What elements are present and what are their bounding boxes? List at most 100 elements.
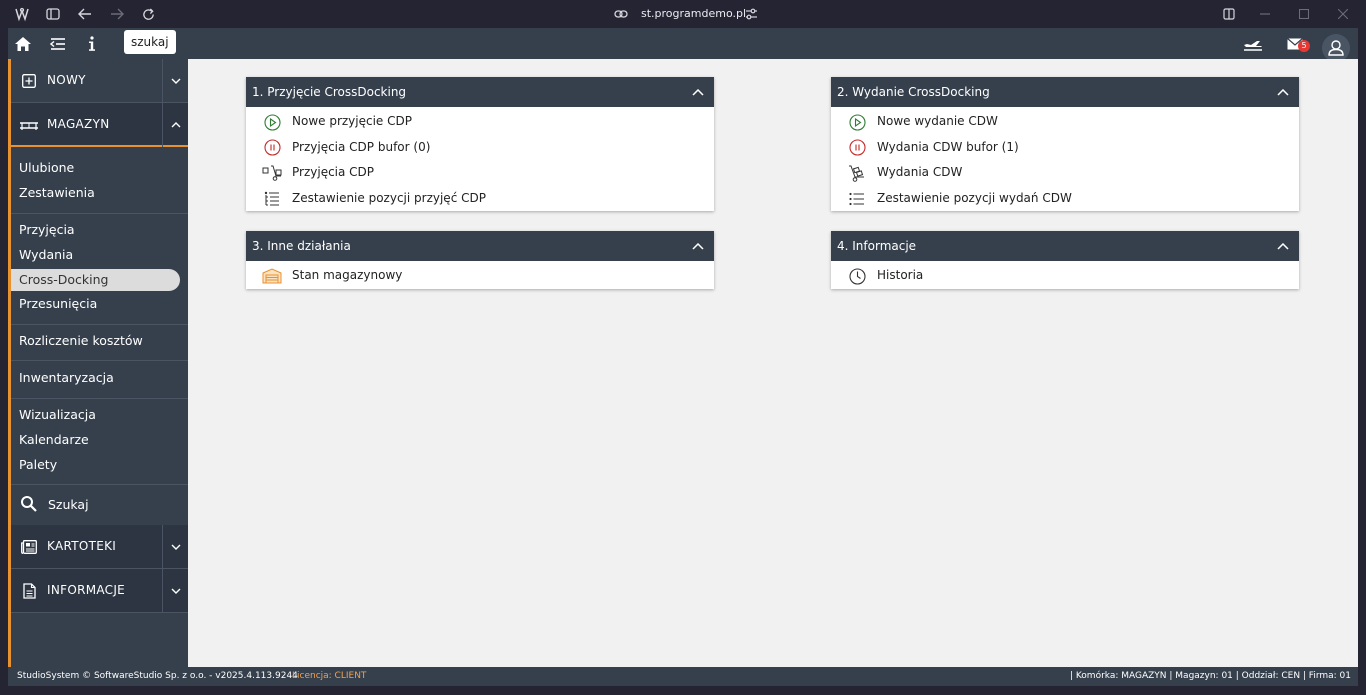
sidebar-section-label: INFORMACJE: [47, 583, 126, 597]
split-view-icon[interactable]: [1220, 5, 1238, 23]
card-link-stan-magazynowy[interactable]: Stan magazynowy: [246, 263, 714, 289]
sidebar-section-informacje[interactable]: INFORMACJE: [11, 569, 188, 613]
sidebar-section-nowy[interactable]: NOWY: [11, 59, 188, 103]
sidebar-search[interactable]: Szukaj: [11, 485, 188, 525]
sidebar-item-przyjecia[interactable]: Przyjęcia: [19, 219, 75, 241]
card-header[interactable]: 2. Wydanie CrossDocking: [831, 77, 1299, 107]
sidebar-section-label: NOWY: [47, 73, 86, 87]
address-bar[interactable]: st.programdemo.pl: [610, 4, 760, 24]
card-header[interactable]: 1. Przyjęcie CrossDocking: [246, 77, 714, 107]
reload-icon[interactable]: [139, 5, 157, 23]
forward-icon[interactable]: [108, 5, 126, 23]
list-icon: [847, 189, 867, 209]
card-title: 2. Wydanie CrossDocking: [837, 85, 990, 99]
chevron-up-icon[interactable]: [162, 103, 188, 147]
card-link-label: Nowe przyjęcie CDP: [292, 114, 412, 128]
status-bar: StudioSystem © SoftwareStudio Sp. z o.o.…: [8, 667, 1358, 686]
card-przyjecie-crossdocking: 1. Przyjęcie CrossDocking Nowe przyjęcie…: [246, 77, 714, 211]
sidebar-divider: [11, 213, 188, 214]
play-circle-icon: [262, 112, 282, 132]
app-topbar: szukaj 5: [8, 28, 1358, 62]
sidebar-section-label: KARTOTEKI: [47, 539, 117, 553]
sidebar: NOWY MAGAZYN Ulubione Zestawienia Przyję…: [8, 59, 188, 667]
minimize-icon[interactable]: [1256, 5, 1274, 23]
card-link-wydania-bufor[interactable]: Wydania CDW bufor (1): [831, 135, 1299, 161]
back-icon[interactable]: [76, 5, 94, 23]
warehouse-rack-icon: [19, 115, 39, 135]
card-link-label: Przyjęcia CDP bufor (0): [292, 139, 431, 154]
status-version: StudioSystem © SoftwareStudio Sp. z o.o.…: [17, 671, 298, 681]
sidebar-item-wizualizacja[interactable]: Wizualizacja: [19, 404, 96, 426]
card-title: 1. Przyjęcie CrossDocking: [252, 85, 407, 99]
sidebar-divider: [11, 360, 188, 361]
card-link-nowe-wydanie[interactable]: Nowe wydanie CDW: [831, 109, 1299, 135]
hand-truck-icon: [262, 163, 282, 183]
card-link-wydania-cdw[interactable]: Wydania CDW: [831, 160, 1299, 186]
sidebar-divider: [11, 398, 188, 399]
card-link-label: Historia: [877, 268, 924, 282]
card-link-label: Zestawienie pozycji wydań CDW: [877, 190, 1072, 205]
status-license: Licencja: CLIENT: [292, 671, 367, 681]
status-context: | Komórka: MAGAZYN | Magazyn: 01 | Oddzi…: [1069, 671, 1351, 681]
card-inne-dzialania: 3. Inne działania Stan magazynowy: [246, 231, 714, 289]
card-link-historia[interactable]: Historia: [831, 263, 1299, 289]
search-icon: [20, 495, 40, 515]
sidebar-item-rozliczenie-kosztow[interactable]: Rozliczenie kosztów: [19, 330, 143, 352]
sidebar-item-wydania[interactable]: Wydania: [19, 244, 73, 266]
chevron-up-icon[interactable]: [1275, 84, 1291, 100]
search-chip[interactable]: szukaj: [124, 30, 176, 54]
app-window: szukaj 5 NOWY MAGAZYN Ulubione Zestawien…: [8, 28, 1358, 686]
user-avatar[interactable]: [1322, 34, 1350, 62]
sidebar-section-label: MAGAZYN: [47, 117, 110, 131]
chevron-up-icon[interactable]: [690, 238, 706, 254]
sidebar-item-zestawienia[interactable]: Zestawienia: [19, 182, 95, 204]
card-link-przyjecia-bufor[interactable]: Przyjęcia CDP bufor (0): [246, 135, 714, 161]
chevron-up-icon[interactable]: [1275, 238, 1291, 254]
home-icon[interactable]: [13, 34, 33, 54]
sidebar-item-palety[interactable]: Palety: [19, 454, 57, 476]
menu-collapse-icon[interactable]: [48, 34, 68, 54]
sidebar-section-magazyn[interactable]: MAGAZYN: [11, 103, 188, 147]
chevron-up-icon[interactable]: [690, 84, 706, 100]
dolly-icon: [847, 163, 867, 183]
card-link-label: Nowe wydanie CDW: [877, 114, 998, 128]
sidebar-item-przesuniecia[interactable]: Przesunięcia: [19, 293, 97, 315]
card-link-label: Wydania CDW: [877, 165, 963, 179]
sidebar-item-cross-docking[interactable]: Cross-Docking: [11, 269, 180, 291]
pause-circle-icon: [262, 138, 282, 158]
card-link-label: Stan magazynowy: [292, 268, 403, 282]
card-informacje: 4. Informacje Historia: [831, 231, 1299, 289]
card-link-zestawienie-przyjec[interactable]: Zestawienie pozycji przyjęć CDP: [246, 186, 714, 212]
warehouse-icon: [262, 266, 282, 286]
sidebar-section-kartoteki[interactable]: KARTOTEKI: [11, 525, 188, 569]
info-icon[interactable]: [82, 34, 102, 54]
card-header[interactable]: 3. Inne działania: [246, 231, 714, 261]
card-link-label: Zestawienie pozycji przyjęć CDP: [292, 190, 486, 205]
url-text: st.programdemo.pl: [641, 7, 747, 20]
plane-icon[interactable]: [1243, 34, 1263, 54]
card-link-label: Przyjęcia CDP: [292, 165, 375, 179]
browser-logo-icon[interactable]: [13, 5, 31, 23]
card-link-zestawienie-wydan[interactable]: Zestawienie pozycji wydań CDW: [831, 186, 1299, 212]
window-frame: st.programdemo.pl szukaj 5 NOWY MAGAZYN …: [0, 0, 1366, 695]
chevron-down-icon[interactable]: [162, 59, 188, 103]
sidebar-search-label: Szukaj: [48, 497, 89, 512]
sidebar-item-ulubione[interactable]: Ulubione: [19, 157, 74, 179]
list-tree-icon: [262, 189, 282, 209]
site-settings-icon[interactable]: [742, 5, 760, 23]
card-link-przyjecia-cdp[interactable]: Przyjęcia CDP: [246, 160, 714, 186]
maximize-icon[interactable]: [1295, 5, 1313, 23]
chevron-down-icon[interactable]: [162, 525, 188, 569]
main-content: 1. Przyjęcie CrossDocking Nowe przyjęcie…: [188, 59, 1358, 667]
sidebar-toggle-icon[interactable]: [44, 5, 62, 23]
card-header[interactable]: 4. Informacje: [831, 231, 1299, 261]
pause-circle-icon: [847, 138, 867, 158]
mail-count-badge: 5: [1298, 40, 1310, 52]
close-window-icon[interactable]: [1334, 5, 1352, 23]
sidebar-item-inwentaryzacja[interactable]: Inwentaryzacja: [19, 367, 114, 389]
card-link-nowe-przyjecie[interactable]: Nowe przyjęcie CDP: [246, 109, 714, 135]
chevron-down-icon[interactable]: [162, 569, 188, 613]
clock-icon: [847, 266, 867, 286]
card-title: 3. Inne działania: [252, 239, 351, 253]
sidebar-item-kalendarze[interactable]: Kalendarze: [19, 429, 89, 451]
